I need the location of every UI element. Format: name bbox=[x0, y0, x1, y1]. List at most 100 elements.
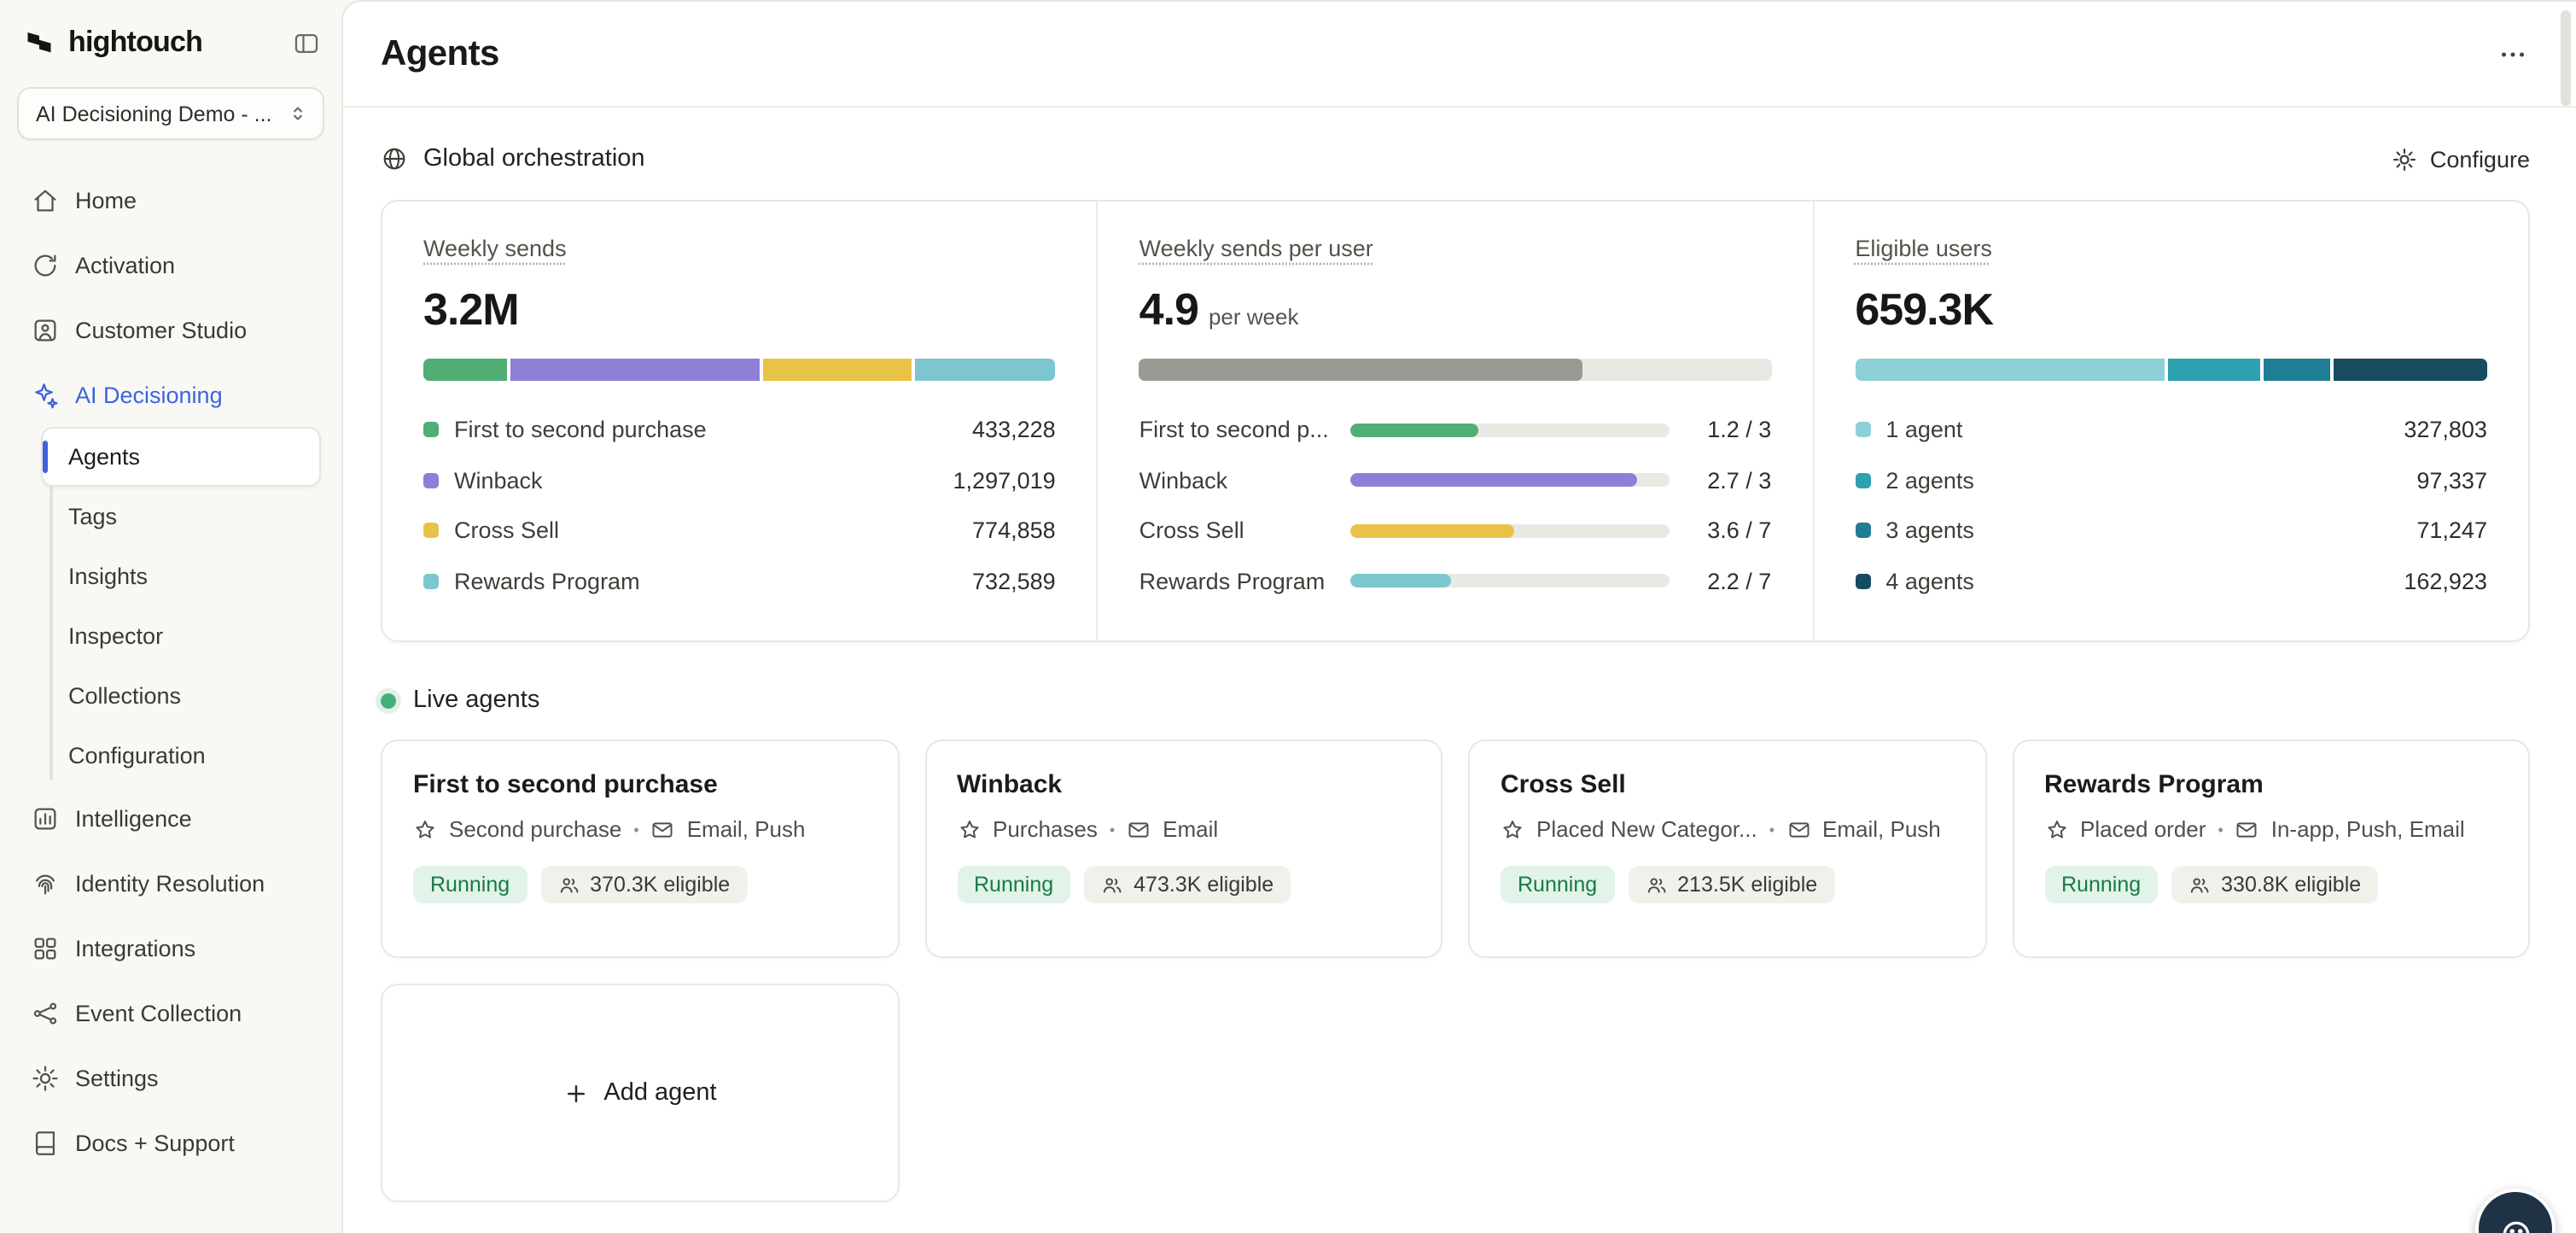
row-progress-fill bbox=[1351, 474, 1637, 488]
sidebar-subitem-inspector[interactable]: Inspector bbox=[0, 606, 321, 666]
legend-value: 162,923 bbox=[2404, 569, 2487, 594]
sidebar-collapse-icon[interactable] bbox=[292, 28, 321, 57]
sidebar-item-activation[interactable]: Activation bbox=[17, 232, 324, 297]
sidebar-item-identity-resolution[interactable]: Identity Resolution bbox=[17, 850, 324, 915]
star-icon bbox=[1501, 817, 1524, 841]
agent-card-winback[interactable]: Winback Purchases • Email Running 473.3K… bbox=[924, 739, 1442, 958]
legend-swatch bbox=[1855, 574, 1870, 589]
legend-value: 97,337 bbox=[2416, 468, 2487, 494]
users-icon bbox=[1101, 874, 1123, 896]
per-user-unit: per week bbox=[1209, 304, 1299, 330]
orchestration-panels: Weekly sends 3.2M First to second purcha… bbox=[381, 200, 2530, 642]
legend-label: 1 agent bbox=[1885, 418, 1962, 443]
logo-row: hightouch bbox=[0, 0, 341, 73]
envelope-icon bbox=[651, 817, 675, 841]
bar-segment bbox=[2167, 359, 2259, 381]
sidebar-item-label: Event Collection bbox=[75, 1000, 242, 1026]
agent-channels: In-app, Push, Email bbox=[2271, 816, 2465, 842]
agent-trigger: Placed order bbox=[2080, 816, 2206, 842]
row-progress bbox=[1351, 474, 1670, 488]
sidebar-subitem-label: Insights bbox=[68, 564, 148, 589]
sidebar-subitem-label: Inspector bbox=[68, 623, 163, 649]
add-agent-label: Add agent bbox=[603, 1079, 716, 1107]
integrations-icon bbox=[31, 933, 60, 962]
sidebar-subitem-tags[interactable]: Tags bbox=[0, 487, 321, 546]
status-badge: Running bbox=[2044, 866, 2158, 903]
eligible-badge: 473.3K eligible bbox=[1084, 866, 1291, 903]
star-icon bbox=[957, 817, 981, 841]
sidebar-subitem-agents[interactable]: Agents bbox=[41, 427, 321, 487]
sidebar-item-intelligence[interactable]: Intelligence bbox=[17, 786, 324, 850]
add-agent-button[interactable]: Add agent bbox=[381, 984, 899, 1202]
per-user-number: 4.9 bbox=[1139, 283, 1198, 335]
agent-meta: Placed New Categor... • Email, Push bbox=[1501, 816, 1954, 842]
section-title-live-agents: Live agents bbox=[413, 687, 539, 714]
panel-weekly-sends-per-user: Weekly sends per user 4.9per week First … bbox=[1097, 202, 1813, 640]
customer-studio-icon bbox=[31, 315, 60, 344]
per-user-row: First to second p... 1.2 / 3 bbox=[1139, 405, 1772, 455]
agent-meta: Second purchase • Email, Push bbox=[413, 816, 866, 842]
sidebar-item-label: Integrations bbox=[75, 935, 195, 961]
sidebar-item-label: Activation bbox=[75, 252, 175, 278]
agent-channels: Email bbox=[1163, 816, 1218, 842]
legend-row: 4 agents 162,923 bbox=[1855, 556, 2487, 606]
brand-name: hightouch bbox=[68, 26, 278, 60]
eligible-users-bar bbox=[1855, 359, 2487, 381]
sidebar-subitem-label: Configuration bbox=[68, 743, 206, 768]
eligible-count: 330.8K eligible bbox=[2221, 873, 2361, 897]
sidebar-item-settings[interactable]: Settings bbox=[17, 1045, 324, 1110]
legend-swatch bbox=[423, 574, 439, 589]
bar-segment bbox=[2334, 359, 2487, 381]
workspace-selector[interactable]: AI Decisioning Demo - ... bbox=[17, 87, 324, 140]
row-label: Cross Sell bbox=[1139, 518, 1331, 544]
section-title-global-orchestration: Global orchestration bbox=[423, 145, 2377, 172]
sidebar-subitem-configuration[interactable]: Configuration bbox=[0, 726, 321, 786]
sidebar-item-event-collection[interactable]: Event Collection bbox=[17, 980, 324, 1045]
identity-resolution-icon bbox=[31, 868, 60, 897]
legend-value: 1,297,019 bbox=[953, 468, 1056, 494]
legend-row: 1 agent 327,803 bbox=[1855, 405, 2487, 455]
scrollbar-thumb[interactable] bbox=[2561, 10, 2571, 106]
docs-icon bbox=[31, 1128, 60, 1157]
configure-label: Configure bbox=[2430, 146, 2530, 172]
legend-label: 2 agents bbox=[1885, 468, 1974, 494]
configure-button[interactable]: Configure bbox=[2392, 146, 2530, 172]
panel-title: Eligible users bbox=[1855, 236, 1992, 261]
separator-dot: • bbox=[633, 821, 638, 838]
sidebar-item-home[interactable]: Home bbox=[17, 167, 324, 232]
agent-card-cross-sell[interactable]: Cross Sell Placed New Categor... • Email… bbox=[1468, 739, 1986, 958]
gear-icon bbox=[2392, 146, 2418, 172]
legend-swatch bbox=[423, 473, 439, 488]
row-value: 2.7 / 3 bbox=[1689, 468, 1771, 494]
eligible-users-value: 659.3K bbox=[1855, 283, 2487, 336]
weekly-sends-value: 3.2M bbox=[423, 283, 1056, 336]
legend-value: 433,228 bbox=[972, 418, 1056, 443]
ai-decisioning-icon bbox=[31, 380, 60, 409]
agent-card-rewards-program[interactable]: Rewards Program Placed order • In-app, P… bbox=[2012, 739, 2530, 958]
agent-name: Cross Sell bbox=[1501, 770, 1954, 799]
sidebar-subitem-label: Tags bbox=[68, 504, 117, 529]
sidebar-subitem-insights[interactable]: Insights bbox=[0, 546, 321, 606]
sidebar-item-label: Intelligence bbox=[75, 805, 192, 831]
row-value: 3.6 / 7 bbox=[1689, 518, 1771, 544]
sidebar-subitem-collections[interactable]: Collections bbox=[0, 666, 321, 726]
page-menu-button[interactable] bbox=[2497, 38, 2528, 69]
row-progress bbox=[1351, 424, 1670, 437]
bar-segment bbox=[2263, 359, 2330, 381]
chat-icon bbox=[2497, 1216, 2534, 1233]
agent-card-first-to-second-purchase[interactable]: First to second purchase Second purchase… bbox=[381, 739, 899, 958]
ellipsis-icon bbox=[2497, 38, 2528, 69]
sidebar-item-integrations[interactable]: Integrations bbox=[17, 915, 324, 980]
main-panel: Agents Global orchestration Configure bbox=[341, 0, 2576, 1233]
row-progress-fill bbox=[1351, 524, 1515, 538]
separator-dot: • bbox=[1110, 821, 1115, 838]
sidebar-item-customer-studio[interactable]: Customer Studio bbox=[17, 297, 324, 362]
separator-dot: • bbox=[2218, 821, 2223, 838]
per-user-bar-fill bbox=[1139, 359, 1582, 381]
sidebar-item-docs-support[interactable]: Docs + Support bbox=[17, 1110, 324, 1175]
eligible-badge: 213.5K eligible bbox=[1628, 866, 1834, 903]
eligible-badge: 370.3K eligible bbox=[540, 866, 747, 903]
eligible-users-legend: 1 agent 327,803 2 agents 97,337 3 agents… bbox=[1855, 405, 2487, 606]
legend-label: 3 agents bbox=[1885, 518, 1974, 544]
sidebar-item-ai-decisioning[interactable]: AI Decisioning bbox=[17, 362, 324, 427]
